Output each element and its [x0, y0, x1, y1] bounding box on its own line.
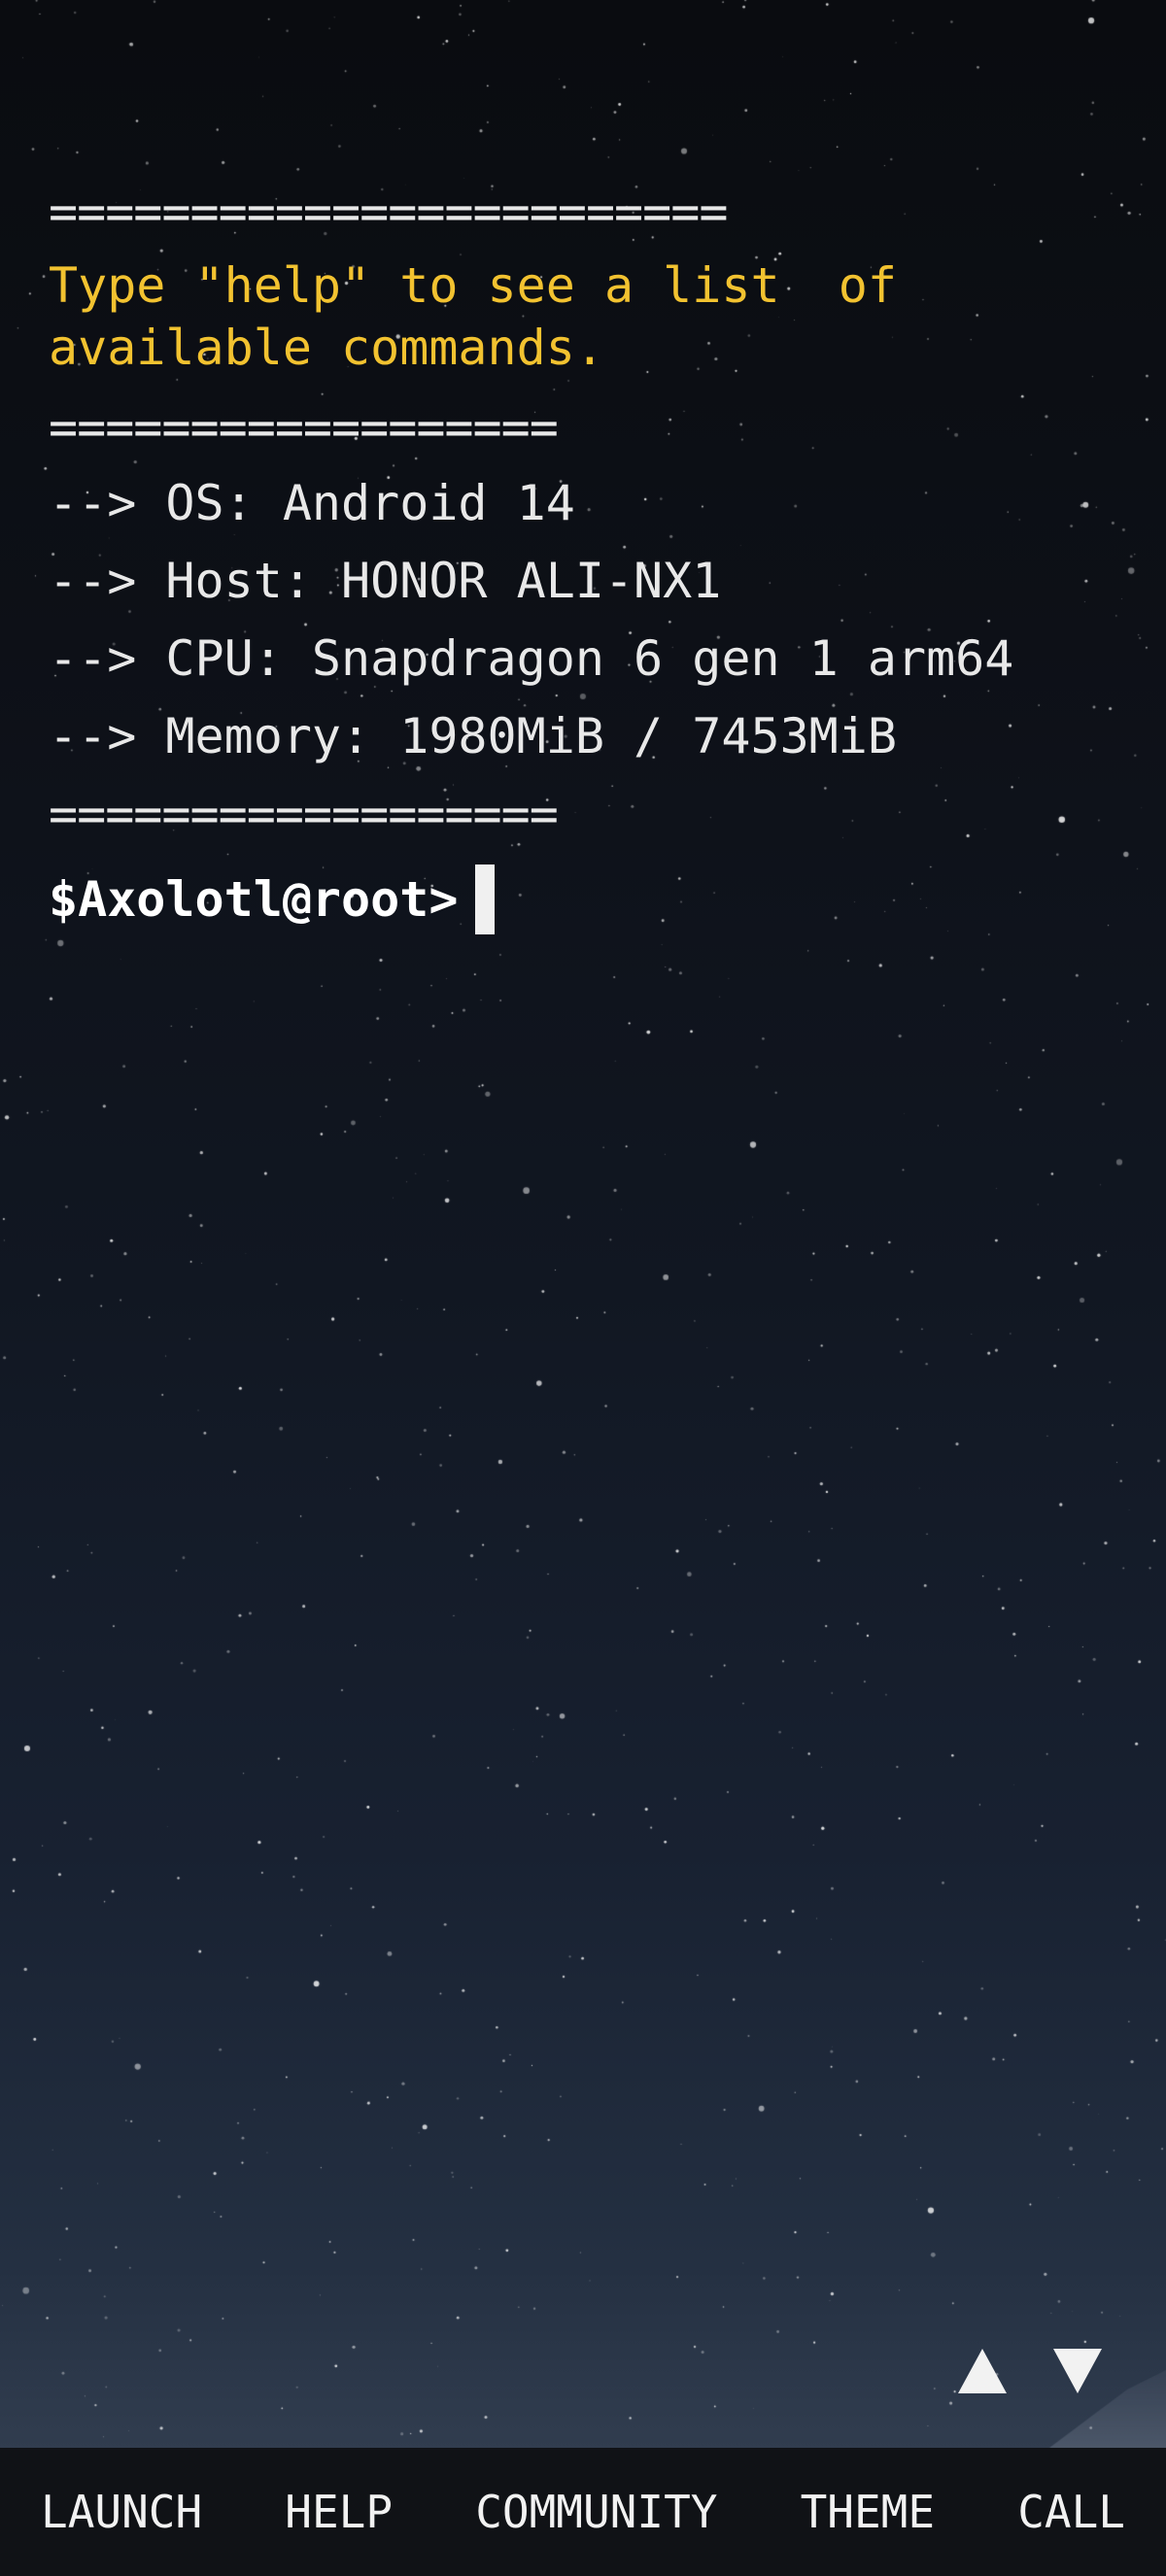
info-cpu: --> CPU: Snapdragon 6 gen 1 arm64: [49, 630, 1014, 687]
triangle-up-icon[interactable]: [958, 2349, 1007, 2393]
prompt-label: $Axolotl@root>: [49, 871, 459, 928]
call-button[interactable]: CALL: [1017, 2486, 1125, 2538]
separator-mid: ==================: [49, 399, 559, 456]
help-notice: Type "help" to see a list of available c…: [49, 257, 927, 376]
launcher-screen: ======================== Type "help" to …: [0, 0, 1166, 2576]
theme-button[interactable]: THEME: [801, 2486, 935, 2538]
community-button[interactable]: COMMUNITY: [475, 2486, 717, 2538]
separator-top: ========================: [49, 184, 728, 240]
triangle-down-icon[interactable]: [1053, 2349, 1102, 2393]
bottom-command-bar: LAUNCH HELP COMMUNITY THEME CALL: [0, 2448, 1166, 2576]
help-button[interactable]: HELP: [285, 2486, 393, 2538]
info-os: --> OS: Android 14: [49, 475, 575, 531]
info-memory: --> Memory: 1980MiB / 7453MiB: [49, 708, 897, 764]
info-host: --> Host: HONOR ALI-NX1: [49, 553, 722, 609]
command-input-line[interactable]: $Axolotl@root>: [49, 857, 1127, 942]
scroll-controls: [958, 2349, 1102, 2393]
text-cursor: [475, 864, 496, 934]
separator-bottom: ==================: [49, 786, 559, 842]
terminal-output: ======================== Type "help" to …: [49, 179, 1127, 942]
launch-button[interactable]: LAUNCH: [41, 2486, 202, 2538]
